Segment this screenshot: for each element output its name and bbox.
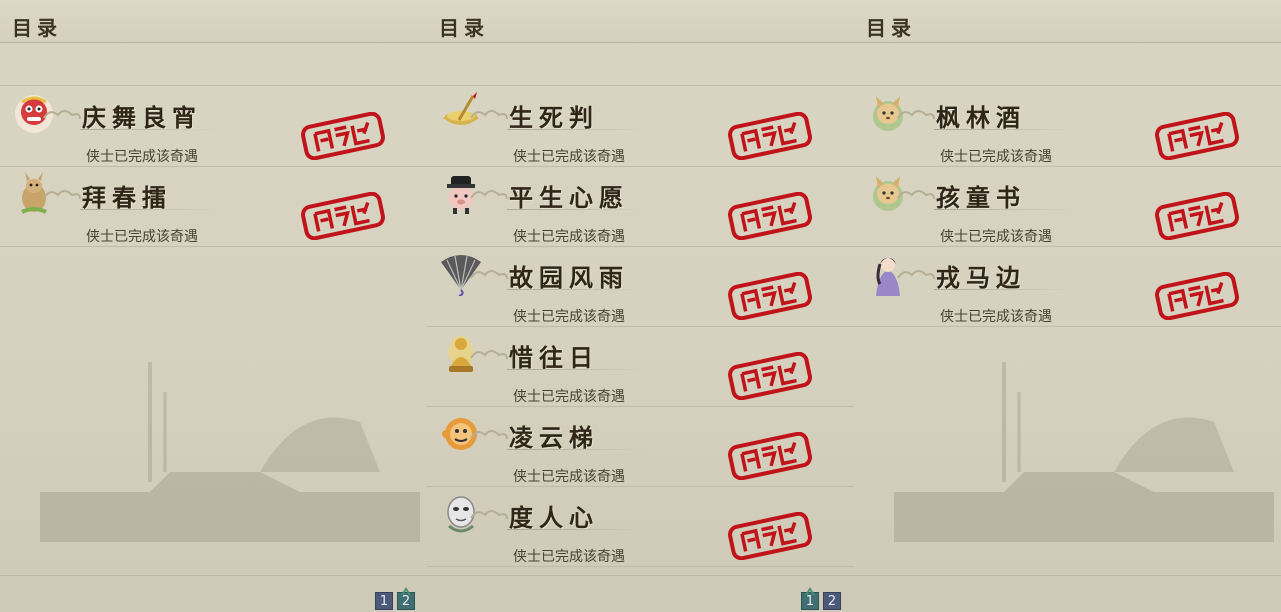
name-underline	[507, 289, 647, 290]
panel-title: 目录	[866, 16, 916, 40]
completed-seal-stamp	[728, 192, 812, 240]
adventure-name: 拜春擂	[82, 183, 172, 212]
adventure-entry[interactable]: 庆舞良宵 侠士已完成该奇遇	[0, 86, 427, 167]
header-spacer	[0, 43, 427, 86]
name-underline	[507, 529, 647, 530]
completion-status: 侠士已完成该奇遇	[940, 309, 1052, 325]
page-1-button[interactable]: 1	[375, 592, 393, 610]
completed-seal-stamp	[728, 352, 812, 400]
name-underline	[934, 129, 1074, 130]
panel-title: 目录	[439, 16, 489, 40]
adventure-entry[interactable]: 平生心愿 侠士已完成该奇遇	[427, 166, 854, 247]
adventure-name: 庆舞良宵	[82, 103, 202, 132]
adventure-name: 平生心愿	[509, 183, 629, 212]
name-underline	[80, 129, 220, 130]
adventure-name: 凌云梯	[509, 423, 599, 452]
cloud-ornament	[470, 110, 508, 120]
completed-seal-stamp	[728, 112, 812, 160]
footer-divider	[427, 575, 854, 576]
catalog-panel-3: 目录 枫林酒 侠士已完成该奇遇 孩童书 侠士已完成该奇遇 戎马边 侠士已完成该奇…	[854, 0, 1281, 612]
panel-header: 目录	[0, 0, 427, 43]
adventure-entry[interactable]: 孩童书 侠士已完成该奇遇	[854, 166, 1281, 247]
completed-seal-stamp	[728, 432, 812, 480]
completion-status: 侠士已完成该奇遇	[86, 229, 198, 245]
completion-status: 侠士已完成该奇遇	[513, 229, 625, 245]
name-underline	[507, 369, 647, 370]
completed-seal-stamp	[1155, 112, 1239, 160]
completion-status: 侠士已完成该奇遇	[940, 149, 1052, 165]
completion-status: 侠士已完成该奇遇	[513, 149, 625, 165]
adventure-name: 故园风雨	[509, 263, 629, 292]
catalog-panel-1: 目录 庆舞良宵 侠士已完成该奇遇 拜春擂 侠士已完成该奇遇 1 2	[0, 0, 427, 612]
adventure-entry[interactable]: 惜往日 侠士已完成该奇遇	[427, 326, 854, 407]
completed-seal-stamp	[728, 512, 812, 560]
catalog-panel-2: 目录 生死判 侠士已完成该奇遇 平生心愿 侠士已完成该奇遇 故园风雨 侠士已完成…	[427, 0, 854, 612]
adventure-name: 生死判	[509, 103, 599, 132]
pager: 1 2	[801, 592, 841, 610]
completion-status: 侠士已完成该奇遇	[513, 309, 625, 325]
name-underline	[934, 209, 1074, 210]
completed-seal-stamp	[728, 272, 812, 320]
name-underline	[507, 209, 647, 210]
name-underline	[507, 129, 647, 130]
cloud-ornament	[43, 190, 81, 200]
panel-header: 目录	[427, 0, 854, 43]
adventure-entry[interactable]: 度人心 侠士已完成该奇遇	[427, 486, 854, 567]
adventure-name: 枫林酒	[936, 103, 1026, 132]
completion-status: 侠士已完成该奇遇	[940, 229, 1052, 245]
footer-divider	[0, 575, 427, 576]
completion-status: 侠士已完成该奇遇	[513, 549, 625, 565]
completed-seal-stamp	[1155, 272, 1239, 320]
cloud-ornament	[470, 350, 508, 360]
adventure-entry[interactable]: 枫林酒 侠士已完成该奇遇	[854, 86, 1281, 167]
adventure-entry[interactable]: 生死判 侠士已完成该奇遇	[427, 86, 854, 167]
cloud-ornament	[897, 270, 935, 280]
cloud-ornament	[470, 190, 508, 200]
footer-divider	[854, 575, 1281, 576]
completion-status: 侠士已完成该奇遇	[86, 149, 198, 165]
adventure-name: 惜往日	[509, 343, 599, 372]
completion-status: 侠士已完成该奇遇	[513, 469, 625, 485]
boat-landscape-watermark	[894, 362, 1274, 542]
page-2-button[interactable]: 2	[823, 592, 841, 610]
header-spacer	[427, 43, 854, 86]
adventure-name: 戎马边	[936, 263, 1026, 292]
name-underline	[934, 289, 1074, 290]
cloud-ornament	[897, 110, 935, 120]
adventure-entry[interactable]: 戎马边 侠士已完成该奇遇	[854, 246, 1281, 327]
completed-seal-stamp	[301, 112, 385, 160]
page-1-button[interactable]: 1	[801, 592, 819, 610]
adventure-name: 孩童书	[936, 183, 1026, 212]
cloud-ornament	[470, 510, 508, 520]
adventure-name: 度人心	[509, 503, 599, 532]
page-2-button[interactable]: 2	[397, 592, 415, 610]
adventure-entry[interactable]: 凌云梯 侠士已完成该奇遇	[427, 406, 854, 487]
adventure-entry[interactable]: 拜春擂 侠士已完成该奇遇	[0, 166, 427, 247]
name-underline	[80, 209, 220, 210]
boat-landscape-watermark	[40, 362, 420, 542]
adventure-entry[interactable]: 故园风雨 侠士已完成该奇遇	[427, 246, 854, 327]
completion-status: 侠士已完成该奇遇	[513, 389, 625, 405]
completed-seal-stamp	[301, 192, 385, 240]
cloud-ornament	[470, 430, 508, 440]
panel-header: 目录	[854, 0, 1281, 43]
cloud-ornament	[470, 270, 508, 280]
name-underline	[507, 449, 647, 450]
pager: 1 2	[375, 592, 415, 610]
header-spacer	[854, 43, 1281, 86]
cloud-ornament	[897, 190, 935, 200]
completed-seal-stamp	[1155, 192, 1239, 240]
cloud-ornament	[43, 110, 81, 120]
panel-title: 目录	[12, 16, 62, 40]
